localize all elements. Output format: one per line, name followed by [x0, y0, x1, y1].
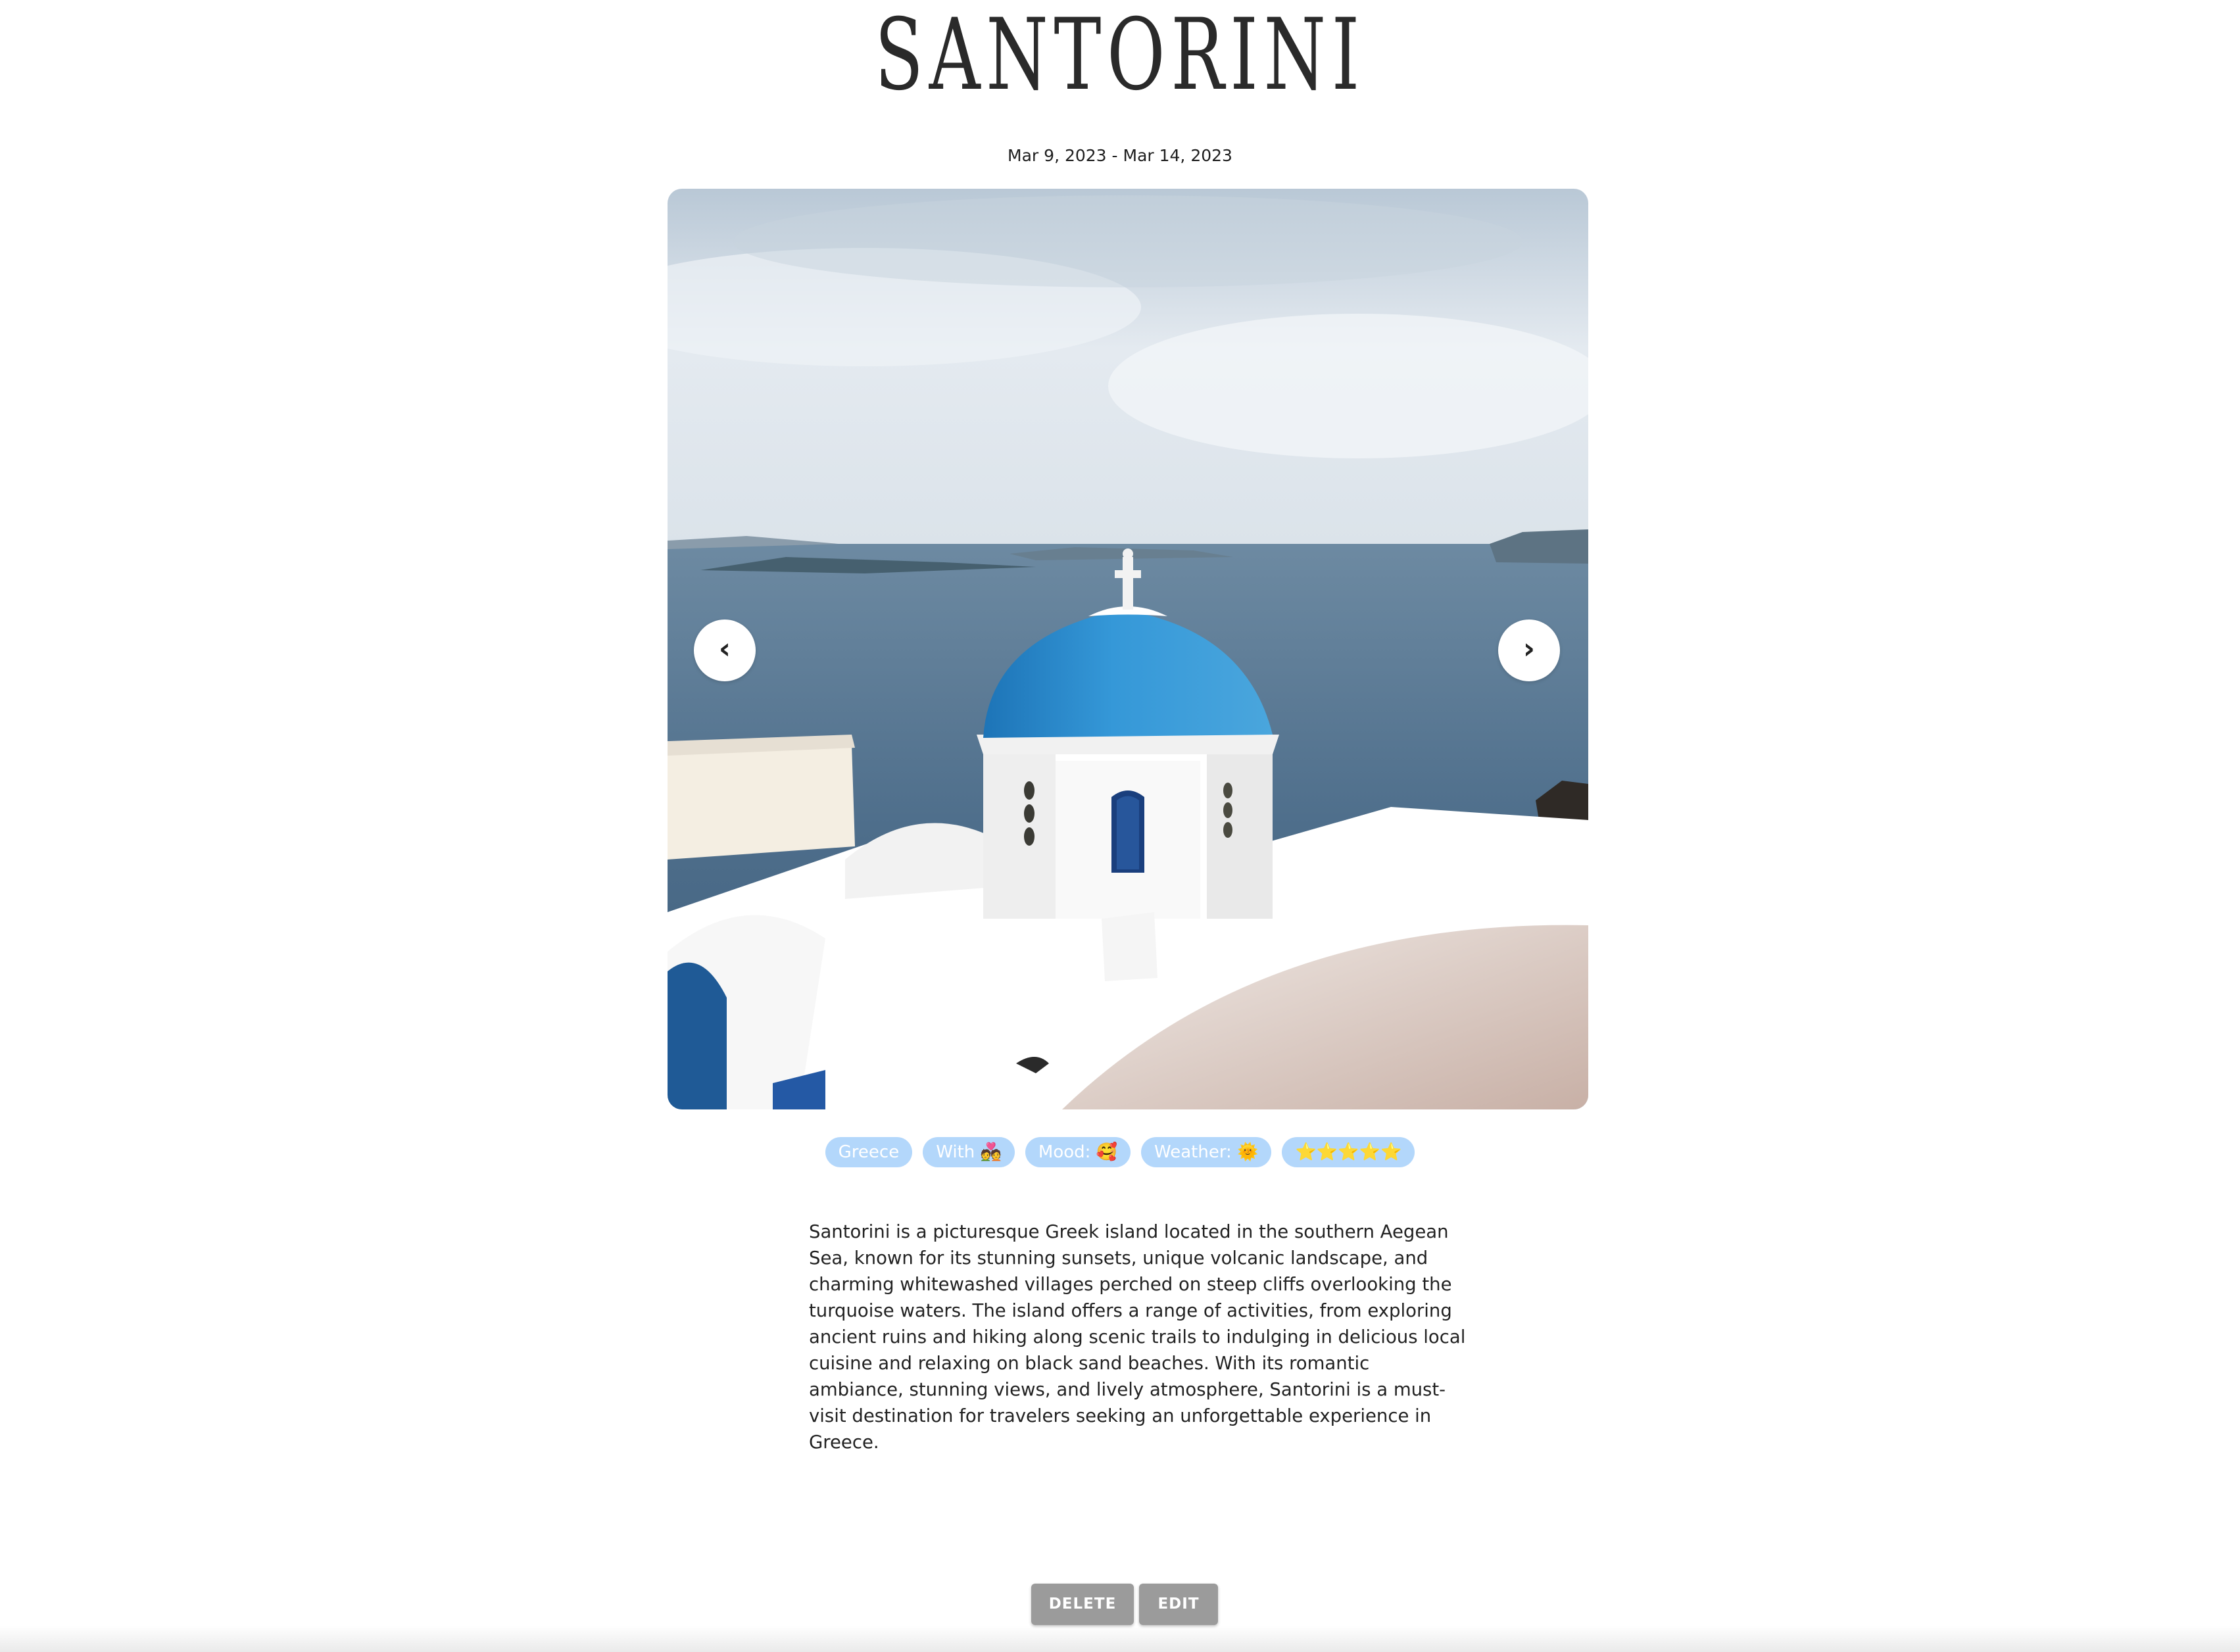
bottom-shadow	[0, 1626, 2240, 1652]
trip-description: Santorini is a picturesque Greek island …	[809, 1221, 1466, 1453]
carousel-photo	[668, 189, 1588, 1109]
page-title: SANTORINI	[875, 0, 1365, 112]
delete-button[interactable]: DELETE	[1031, 1584, 1134, 1625]
tag-location: Greece	[825, 1137, 913, 1167]
tag-mood: Mood: 🥰	[1025, 1137, 1131, 1167]
carousel-next-button[interactable]: ›	[1498, 620, 1560, 681]
action-buttons: DELETE EDIT	[1031, 1584, 1218, 1625]
trip-tags: Greece With 💑 Mood: 🥰 Weather: 🌞 ⭐⭐⭐⭐⭐	[0, 1137, 2240, 1167]
carousel-prev-button[interactable]: ‹	[694, 620, 756, 681]
trip-date-range: Mar 9, 2023 - Mar 14, 2023	[1008, 146, 1232, 165]
tag-with: With 💑	[923, 1137, 1015, 1167]
chevron-right-icon: ›	[1522, 632, 1536, 666]
tag-rating: ⭐⭐⭐⭐⭐	[1282, 1137, 1415, 1167]
photo-carousel: ‹ ›	[668, 189, 1588, 1109]
tag-weather: Weather: 🌞	[1141, 1137, 1272, 1167]
chevron-left-icon: ‹	[718, 632, 731, 666]
edit-button[interactable]: EDIT	[1139, 1584, 1218, 1625]
